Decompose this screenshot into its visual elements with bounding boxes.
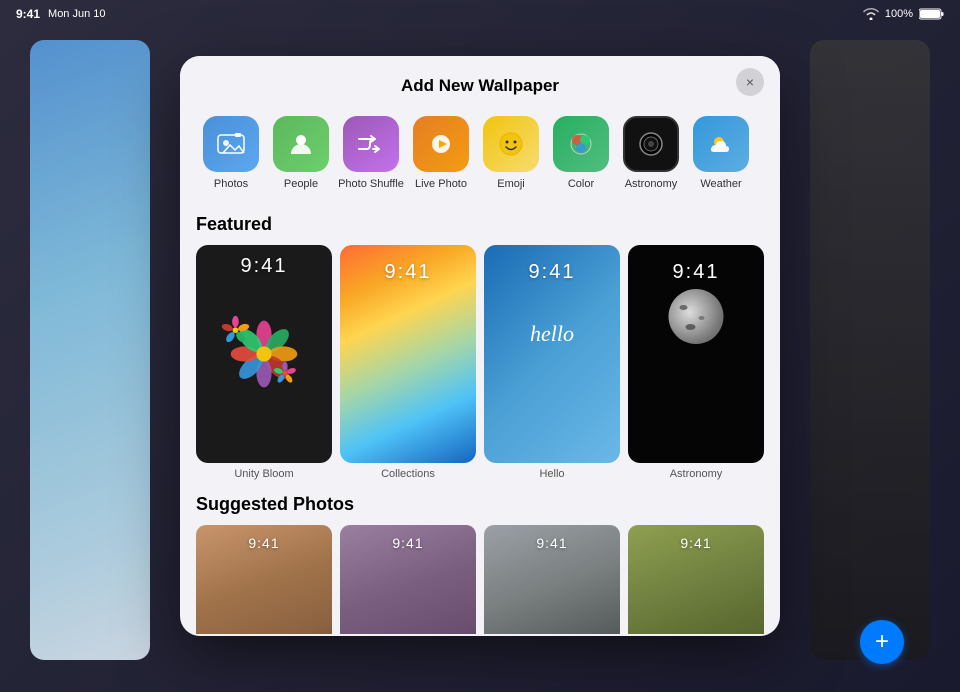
category-color[interactable]: Color: [546, 116, 616, 190]
featured-card-unity-bloom[interactable]: 9:41 Unity Bloom: [196, 245, 332, 482]
modal-title: Add New Wallpaper: [401, 76, 559, 96]
status-time: 9:41: [16, 7, 40, 21]
category-photo-shuffle[interactable]: Photo Shuffle: [336, 116, 406, 190]
category-emoji[interactable]: Emoji: [476, 116, 546, 190]
color-label: Color: [568, 178, 594, 190]
suggested-photos-grid: 9:41 9:41 9:41 9:41: [196, 525, 764, 634]
modal-content[interactable]: Featured: [180, 202, 780, 634]
wallpaper-preview-left[interactable]: [30, 40, 150, 660]
battery-text: 100%: [885, 8, 913, 20]
astronomy-icon: [623, 116, 679, 172]
add-wallpaper-modal: Add New Wallpaper × Photos People Photo …: [180, 56, 780, 636]
suggested-photo-4[interactable]: 9:41: [628, 525, 764, 634]
suggested-photo-3-time: 9:41: [484, 535, 620, 551]
category-row: Photos People Photo Shuffle Live Photo E…: [180, 108, 780, 202]
modal-header: Add New Wallpaper ×: [180, 56, 780, 108]
collections-label: Collections: [340, 468, 476, 480]
status-indicators: 100%: [863, 8, 944, 20]
category-live-photo[interactable]: Live Photo: [406, 116, 476, 190]
weather-label: Weather: [700, 178, 741, 190]
featured-card-collections[interactable]: 9:41 Collections: [340, 245, 476, 482]
unity-bloom-time: 9:41: [196, 255, 332, 278]
featured-card-astronomy[interactable]: 9:41 Astronomy: [628, 245, 764, 482]
photo-shuffle-label: Photo Shuffle: [338, 178, 404, 190]
wifi-icon: [863, 8, 879, 20]
battery-icon: [919, 8, 944, 20]
people-icon: [273, 116, 329, 172]
people-label: People: [284, 178, 318, 190]
hello-text: hello: [484, 321, 620, 347]
live-photo-label: Live Photo: [415, 178, 467, 190]
weather-icon: [693, 116, 749, 172]
wallpaper-left-inner: [30, 40, 150, 660]
wallpaper-preview-right[interactable]: [810, 40, 930, 660]
category-weather[interactable]: Weather: [686, 116, 756, 190]
photo-shuffle-icon: [343, 116, 399, 172]
status-date: Mon Jun 10: [48, 8, 105, 20]
unity-bloom-label: Unity Bloom: [196, 468, 332, 480]
live-photo-icon: [413, 116, 469, 172]
emoji-icon: [483, 116, 539, 172]
photos-label: Photos: [214, 178, 248, 190]
astronomy-time: 9:41: [628, 261, 764, 284]
category-astronomy[interactable]: Astronomy: [616, 116, 686, 190]
suggested-photo-1-time: 9:41: [196, 535, 332, 551]
wallpaper-right-inner: [810, 40, 930, 660]
suggested-section-title: Suggested Photos: [196, 494, 764, 515]
category-photos[interactable]: Photos: [196, 116, 266, 190]
suggested-photo-3[interactable]: 9:41: [484, 525, 620, 634]
color-icon: [553, 116, 609, 172]
close-button[interactable]: ×: [736, 68, 764, 96]
suggested-photo-2-time: 9:41: [340, 535, 476, 551]
featured-section-title: Featured: [196, 214, 764, 235]
featured-grid: 9:41 Unity Bloom 9:41 Collections 9:41 h…: [196, 245, 764, 482]
collections-time: 9:41: [340, 261, 476, 284]
suggested-photo-4-time: 9:41: [628, 535, 764, 551]
plus-icon: +: [875, 628, 889, 656]
status-bar: 9:41 Mon Jun 10 100%: [0, 0, 960, 28]
astronomy-label: Astronomy: [628, 468, 764, 480]
suggested-photo-2[interactable]: 9:41: [340, 525, 476, 634]
photos-icon: [203, 116, 259, 172]
close-icon: ×: [746, 74, 754, 90]
hello-time: 9:41: [484, 261, 620, 284]
emoji-label: Emoji: [497, 178, 525, 190]
category-people[interactable]: People: [266, 116, 336, 190]
add-wallpaper-button[interactable]: +: [860, 620, 904, 664]
featured-card-hello[interactable]: 9:41 hello Hello: [484, 245, 620, 482]
suggested-photo-1[interactable]: 9:41: [196, 525, 332, 634]
astronomy-label: Astronomy: [625, 178, 678, 190]
hello-label: Hello: [484, 468, 620, 480]
